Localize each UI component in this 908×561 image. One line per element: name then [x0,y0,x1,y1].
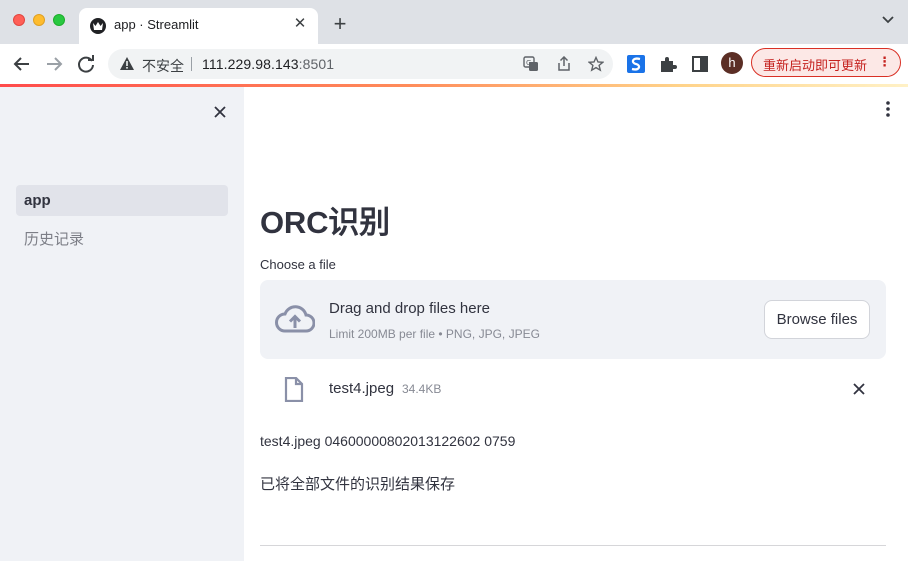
file-uploader-label: Choose a file [260,257,336,272]
sidebar-item-history[interactable]: 历史记录 [16,221,228,252]
not-secure-label[interactable]: 不安全 [142,56,184,76]
url-port: :8501 [298,56,335,72]
streamlit-crown-icon [90,18,106,34]
page-title: ORC识别 [260,205,390,240]
svg-text:G: G [526,59,531,67]
bookmark-star-icon[interactable] [588,56,604,72]
main-content: ORC识别 Choose a file Drag and drop files … [244,87,908,561]
extensions-puzzle-icon[interactable] [658,54,678,74]
browser-tabstrip: app · Streamlit ✕ + [0,0,908,44]
uploaded-file-row: test4.jpeg 34.4KB [260,367,886,411]
close-sidebar-icon[interactable] [211,103,229,121]
main-menu-icon[interactable] [886,101,890,117]
sidebar: app 历史记录 [0,87,244,561]
relaunch-to-update-button[interactable]: 重新启动即可更新 ⋮ [751,48,901,77]
share-icon[interactable] [556,56,572,72]
dropzone-title: Drag and drop files here [329,300,490,317]
reload-icon[interactable] [74,52,98,76]
profile-avatar[interactable]: h [721,52,743,74]
ocr-result-text: test4.jpeg 04600000802013122602 0759 [260,433,516,449]
minimize-window-button[interactable] [33,14,45,26]
browse-files-button[interactable]: Browse files [764,300,870,339]
forward-arrow-icon[interactable] [42,52,66,76]
uploaded-file-size: 34.4KB [402,382,442,396]
url-divider [191,57,192,71]
sidebar-item-label: app [24,192,51,209]
url-host: 111.229.98.143 [202,56,299,72]
warning-triangle-icon[interactable] [119,56,135,71]
remove-file-icon[interactable] [851,381,867,397]
url-text[interactable]: 111.229.98.143:8501 [202,56,334,72]
dropzone-hint: Limit 200MB per file • PNG, JPG, JPEG [329,327,540,341]
sidebar-item-app[interactable]: app [16,185,228,216]
address-bar[interactable]: 不安全 111.229.98.143:8501 G [108,49,613,79]
kebab-menu-icon[interactable]: ⋮ [878,54,891,70]
back-arrow-icon[interactable] [10,52,34,76]
file-icon [284,377,304,402]
saved-message: 已将全部文件的识别结果保存 [260,476,456,493]
tab-title: app · Streamlit [114,17,199,32]
sidebar-item-label: 历史记录 [24,231,85,248]
tab-search-chevron-icon[interactable] [882,16,894,24]
divider [260,545,886,546]
update-label: 重新启动即可更新 [763,58,868,73]
cloud-upload-icon [275,305,315,333]
uploaded-file-name: test4.jpeg [329,380,395,397]
file-dropzone[interactable]: Drag and drop files here Limit 200MB per… [260,280,886,359]
side-panel-icon[interactable] [690,54,710,74]
zoom-window-button[interactable] [53,14,65,26]
translate-icon[interactable]: G [523,56,539,72]
tab-close-icon[interactable]: ✕ [292,16,308,32]
new-tab-button[interactable]: + [330,13,350,35]
extension-s-icon[interactable] [626,54,646,74]
browser-tab-active[interactable]: app · Streamlit ✕ [79,8,318,44]
close-window-button[interactable] [13,14,25,26]
